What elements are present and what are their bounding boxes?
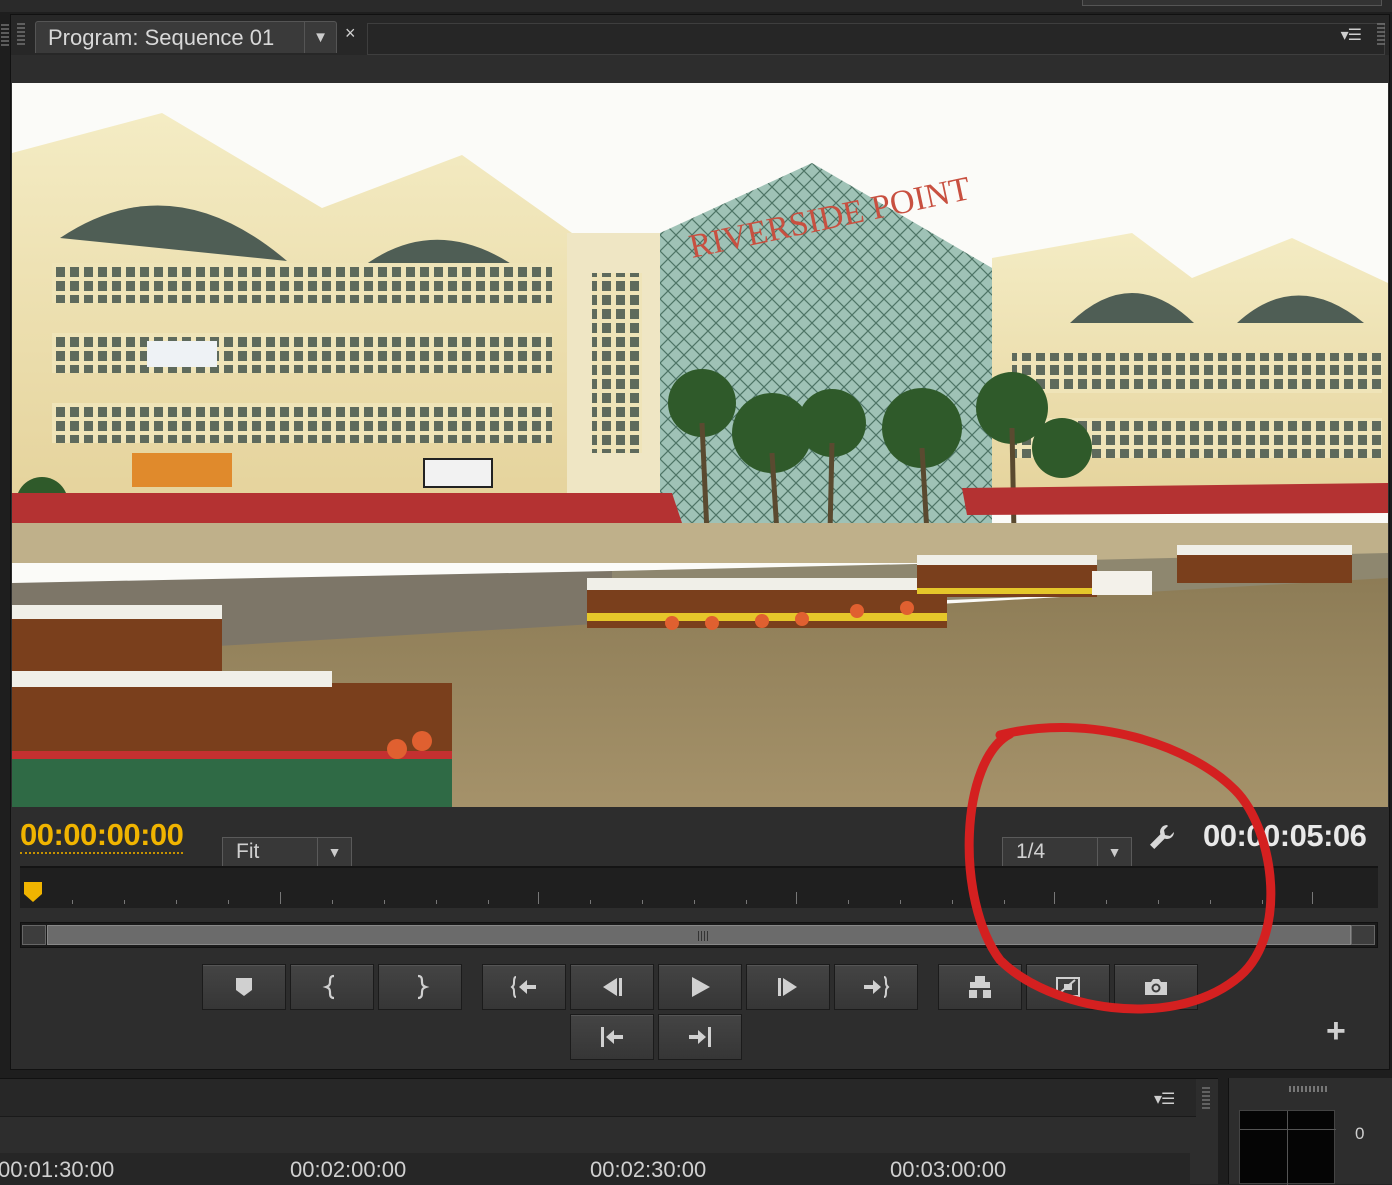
zoom-level-value: Fit xyxy=(236,840,260,863)
audio-meter-scale-label: 0 xyxy=(1355,1124,1365,1143)
step-forward-icon xyxy=(778,978,797,996)
go-to-next-edit-button[interactable] xyxy=(658,1014,742,1060)
camera-icon xyxy=(1145,979,1167,995)
zoom-scrollbar[interactable] xyxy=(20,922,1378,948)
left-gripper[interactable] xyxy=(1,24,9,46)
right-gripper[interactable] xyxy=(1377,23,1385,45)
playhead-marker[interactable] xyxy=(24,882,42,902)
marker-icon xyxy=(236,978,252,996)
previous-edit-icon xyxy=(601,1027,623,1047)
ruler-label: 00:03:00:00 xyxy=(890,1157,1007,1182)
mark-out-icon xyxy=(417,974,430,1000)
playback-resolution-select[interactable]: 1/4 ▼ xyxy=(1002,837,1132,867)
tab-gripper[interactable] xyxy=(17,23,25,45)
playhead-timecode[interactable]: 00:00:00:00 xyxy=(20,818,184,854)
timeline-gripper[interactable] xyxy=(1202,1087,1210,1109)
playback-resolution-value: 1/4 xyxy=(1016,840,1046,863)
timeline-panel: ▾☰ 00:01:30:00 00:02:00:00 00:02:30:00 0… xyxy=(0,1078,1218,1185)
extract-button[interactable] xyxy=(1026,964,1110,1010)
tab-bar-fill xyxy=(367,23,1385,55)
button-editor-add-icon[interactable]: + xyxy=(1326,1012,1346,1051)
chevron-down-icon: ▼ xyxy=(1097,838,1131,866)
go-to-in-icon xyxy=(510,976,536,998)
extract-icon xyxy=(1056,977,1080,997)
ruler-label: 00:01:30:00 xyxy=(0,1157,115,1182)
program-monitor-panel: Program: Sequence 01 ▼ × ▾☰ RIVERSIDE PO… xyxy=(10,14,1390,1070)
chevron-down-icon[interactable]: ▼ xyxy=(304,22,336,53)
mark-in-icon xyxy=(322,974,335,1000)
lift-icon xyxy=(969,976,991,998)
lift-button[interactable] xyxy=(938,964,1022,1010)
panel-tab-bar: Program: Sequence 01 ▼ × ▾☰ xyxy=(11,15,1389,55)
play-icon xyxy=(692,977,710,997)
export-frame-button[interactable] xyxy=(1114,964,1198,1010)
audio-meter-panel: 0 xyxy=(1228,1078,1392,1185)
play-button[interactable] xyxy=(658,964,742,1010)
step-back-button[interactable] xyxy=(570,964,654,1010)
zoom-level-select[interactable]: Fit ▼ xyxy=(222,837,352,867)
video-image: RIVERSIDE POINT xyxy=(12,83,1388,807)
duration-timecode[interactable]: 00:00:05:06 xyxy=(1203,818,1367,854)
time-ruler[interactable] xyxy=(20,866,1378,908)
go-to-previous-edit-button[interactable] xyxy=(570,1014,654,1060)
step-forward-button[interactable] xyxy=(746,964,830,1010)
mark-out-button[interactable] xyxy=(378,964,462,1010)
ruler-label: 00:02:00:00 xyxy=(290,1157,407,1182)
top-panel-edge xyxy=(1082,0,1382,6)
wrench-icon[interactable] xyxy=(1146,822,1178,854)
scrollbar-left-handle[interactable] xyxy=(22,925,46,945)
timeline-tab-bar xyxy=(0,1079,1196,1117)
step-back-icon xyxy=(603,978,622,996)
app-window: Program: Sequence 01 ▼ × ▾☰ RIVERSIDE PO… xyxy=(0,0,1392,1185)
audio-meter-gripper[interactable] xyxy=(1289,1086,1329,1092)
panel-menu-icon[interactable]: ▾☰ xyxy=(1154,1089,1175,1109)
close-icon[interactable]: × xyxy=(345,23,356,44)
panel-menu-icon[interactable]: ▾☰ xyxy=(1341,25,1362,45)
go-to-out-button[interactable] xyxy=(834,964,918,1010)
tab-title: Program: Sequence 01 xyxy=(48,24,275,50)
scrollbar-thumb[interactable] xyxy=(47,925,1351,945)
next-edit-icon xyxy=(689,1027,711,1047)
add-marker-button[interactable] xyxy=(202,964,286,1010)
program-video-frame[interactable]: RIVERSIDE POINT xyxy=(12,83,1388,807)
go-to-in-button[interactable] xyxy=(482,964,566,1010)
tab-program-sequence[interactable]: Program: Sequence 01 ▼ xyxy=(35,21,337,53)
mark-in-button[interactable] xyxy=(290,964,374,1010)
audio-meter-display xyxy=(1239,1110,1336,1185)
chevron-down-icon: ▼ xyxy=(317,838,351,866)
go-to-out-icon xyxy=(864,976,890,998)
scrollbar-right-handle[interactable] xyxy=(1351,925,1375,945)
ruler-label: 00:02:30:00 xyxy=(590,1157,707,1182)
top-strip xyxy=(0,0,1392,12)
